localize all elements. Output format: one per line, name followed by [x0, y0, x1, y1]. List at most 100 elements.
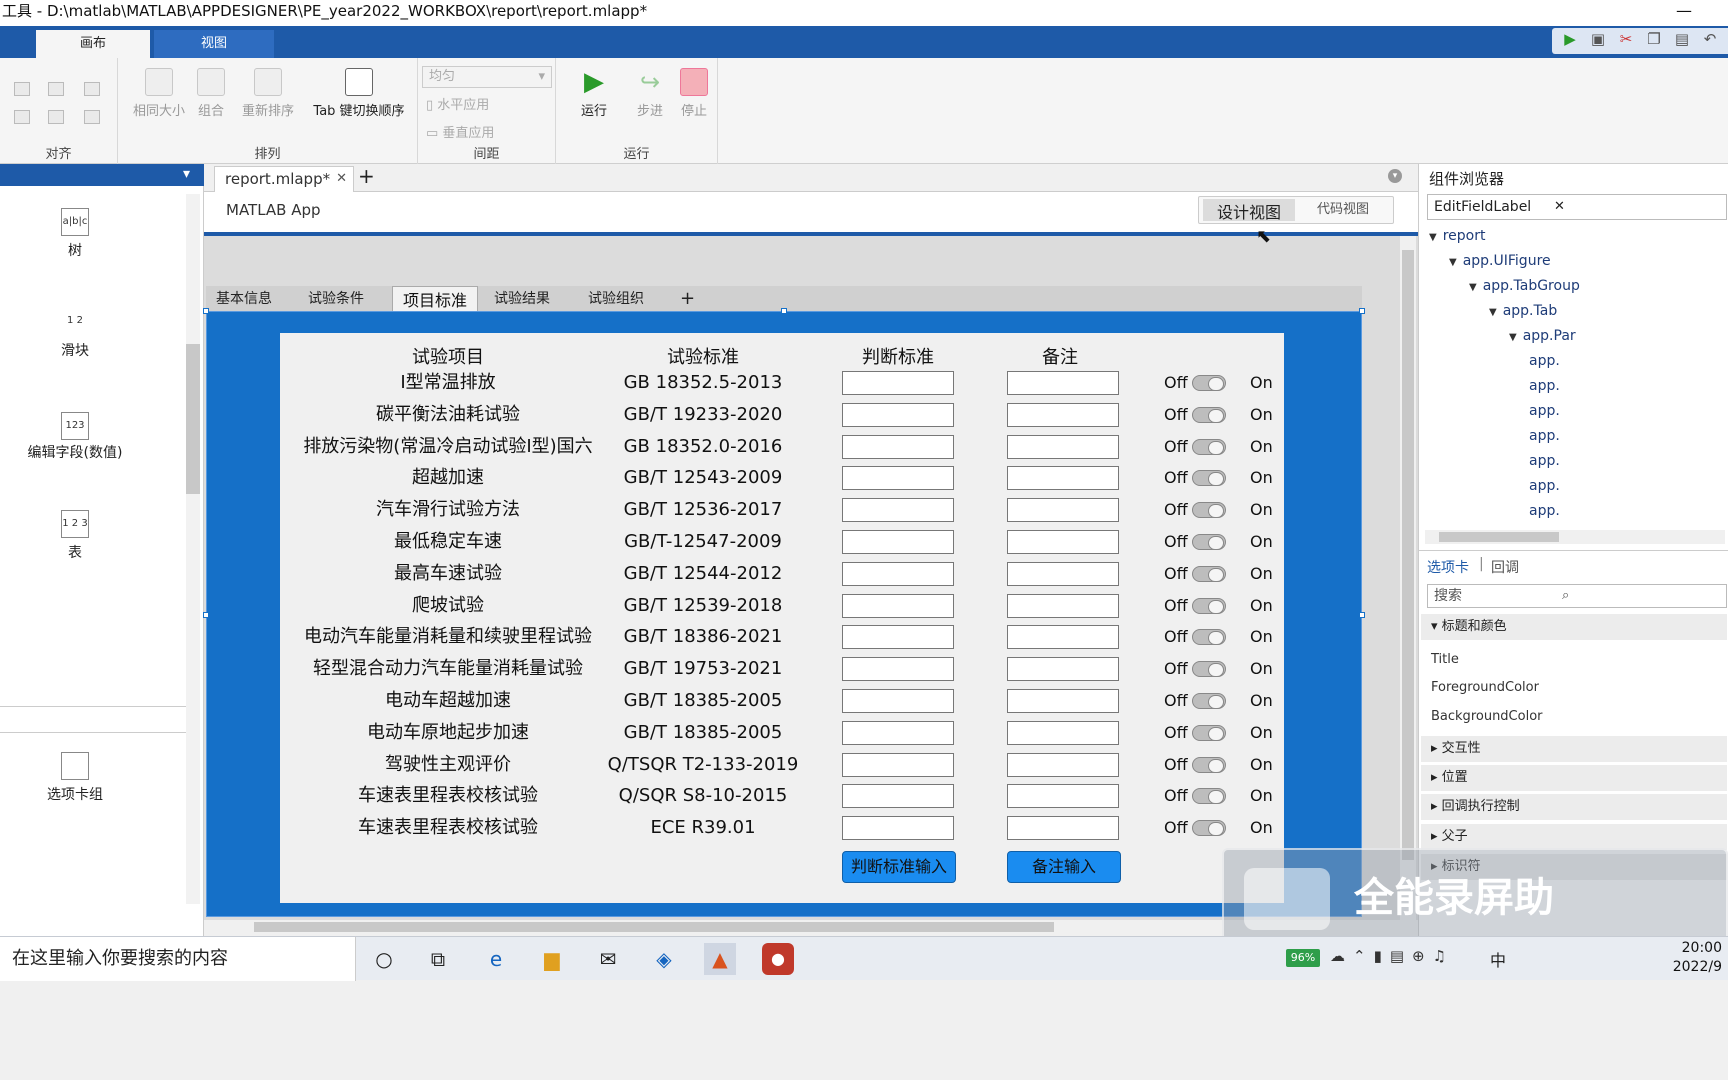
component-tabgroup[interactable]: 选项卡组: [20, 752, 130, 804]
design-view-button[interactable]: 设计视图: [1203, 199, 1295, 222]
prop-section-title-colors[interactable]: ▾ 标题和颜色: [1421, 614, 1727, 640]
same-size-button[interactable]: 相同大小: [124, 68, 194, 119]
tree-node[interactable]: app.: [1529, 353, 1560, 369]
criterion-field[interactable]: [842, 720, 954, 745]
criterion-input-button[interactable]: 判断标准输入: [842, 851, 956, 883]
resize-handle[interactable]: [203, 308, 209, 314]
note-field[interactable]: [1007, 561, 1119, 586]
criterion-field[interactable]: [842, 371, 954, 395]
document-tab[interactable]: report.mlapp* ✕: [214, 166, 354, 192]
criterion-field[interactable]: [842, 657, 954, 682]
browser-hscroll-thumb[interactable]: [1439, 532, 1559, 542]
toggle-switch[interactable]: [1192, 438, 1226, 455]
run-button[interactable]: ▶ 运行: [570, 68, 618, 119]
matlab-icon[interactable]: ▲: [704, 943, 736, 975]
clock[interactable]: 20:00 2022/9: [1673, 939, 1722, 977]
criterion-field[interactable]: [842, 466, 954, 491]
form-tab-conditions[interactable]: 试验条件: [298, 286, 374, 312]
toggle-switch[interactable]: [1192, 693, 1226, 709]
paste-icon[interactable]: ▤: [1672, 28, 1692, 50]
recorder-icon[interactable]: ●: [762, 943, 794, 975]
criterion-field[interactable]: [842, 816, 954, 841]
note-field[interactable]: [1007, 371, 1119, 395]
spacing-select[interactable]: 均匀 ▾: [422, 66, 552, 88]
toggle-switch[interactable]: [1192, 406, 1226, 423]
toggle-switch[interactable]: [1192, 661, 1226, 678]
edge-icon[interactable]: e: [480, 943, 512, 975]
component-numeric-field[interactable]: 123 编辑字段(数值): [20, 412, 130, 462]
add-form-tab-icon[interactable]: +: [670, 286, 705, 312]
property-search-input[interactable]: 搜索 ⌕: [1427, 584, 1727, 608]
form-tab-organization[interactable]: 试验组织: [578, 286, 654, 312]
component-search-input[interactable]: EditFieldLabel ✕: [1427, 194, 1727, 220]
align-bottom-icon[interactable]: [84, 110, 100, 124]
toggle-switch[interactable]: [1192, 375, 1226, 391]
component-table[interactable]: 1 2 3表: [20, 510, 130, 562]
toggle-switch[interactable]: [1192, 820, 1226, 837]
cut-icon[interactable]: ✂: [1616, 28, 1636, 50]
copy-icon[interactable]: ❐: [1644, 28, 1664, 50]
note-field[interactable]: [1007, 402, 1119, 427]
note-field[interactable]: [1007, 657, 1119, 682]
tree-node[interactable]: app.: [1529, 478, 1560, 494]
library-scroll-thumb[interactable]: [186, 344, 200, 494]
tree-node[interactable]: app.: [1529, 453, 1560, 469]
tree-node[interactable]: ▼ app.UIFigure: [1449, 253, 1551, 269]
align-center-icon[interactable]: [48, 82, 64, 96]
horizontal-apply-button[interactable]: ▯ 水平应用: [426, 94, 489, 113]
note-field[interactable]: [1007, 498, 1119, 523]
prop-section-position[interactable]: ▸ 位置: [1421, 765, 1727, 791]
step-button[interactable]: ↪ 步进: [626, 68, 674, 119]
form-tab-basic-info[interactable]: 基本信息: [206, 286, 282, 312]
toggle-switch[interactable]: [1192, 470, 1226, 487]
component-tree[interactable]: a|b|c 树: [20, 208, 130, 260]
tree-node[interactable]: ▼ app.Par: [1509, 328, 1576, 344]
note-field[interactable]: [1007, 784, 1119, 809]
ribbon-tab-canvas[interactable]: 画布: [36, 30, 150, 58]
toggle-switch[interactable]: [1192, 724, 1226, 741]
taskbar-search-input[interactable]: 在这里输入你要搜索的内容: [0, 937, 356, 981]
system-tray-icons[interactable]: ☁⌃▮▤⊕♫: [1330, 947, 1454, 965]
criterion-field[interactable]: [842, 561, 954, 586]
note-field[interactable]: [1007, 689, 1119, 713]
tab-properties[interactable]: 选项卡: [1427, 557, 1469, 577]
tree-node[interactable]: ▼ report: [1429, 228, 1485, 244]
prop-section-callback-execution[interactable]: ▸ 回调执行控制: [1421, 794, 1727, 820]
chevron-down-icon[interactable]: ▼: [1449, 257, 1457, 268]
prop-section-parent-child[interactable]: ▸ 父子: [1421, 824, 1727, 850]
resize-handle[interactable]: [203, 612, 209, 618]
criterion-field[interactable]: [842, 434, 954, 459]
toggle-switch[interactable]: [1192, 502, 1226, 519]
criterion-field[interactable]: [842, 530, 954, 554]
add-tab-icon[interactable]: +: [358, 164, 375, 188]
stop-button[interactable]: 停止: [672, 68, 716, 119]
undo-icon[interactable]: ↶: [1700, 28, 1720, 50]
ribbon-tab-view[interactable]: 视图: [154, 30, 274, 58]
canvas-vscroll-thumb[interactable]: [1402, 250, 1414, 860]
align-top-icon[interactable]: [14, 110, 30, 124]
note-field[interactable]: [1007, 625, 1119, 650]
form-tab-standards[interactable]: 项目标准: [392, 286, 479, 312]
note-field[interactable]: [1007, 434, 1119, 459]
resize-handle[interactable]: [1359, 308, 1365, 314]
toggle-switch[interactable]: [1192, 534, 1226, 550]
chevron-down-icon[interactable]: ▼: [1429, 232, 1437, 243]
toggle-switch[interactable]: [1192, 756, 1226, 773]
chevron-down-icon[interactable]: ▼: [1509, 332, 1517, 343]
cortana-icon[interactable]: ○: [368, 943, 400, 975]
tree-node[interactable]: app.: [1529, 378, 1560, 394]
toggle-switch[interactable]: [1192, 565, 1226, 582]
note-field[interactable]: [1007, 816, 1119, 841]
criterion-field[interactable]: [842, 752, 954, 777]
component-slider[interactable]: 1 2 滑块: [20, 308, 130, 360]
file-explorer-icon[interactable]: ▆: [536, 943, 568, 975]
tree-node[interactable]: app.: [1529, 503, 1560, 519]
align-right-icon[interactable]: [84, 82, 100, 96]
clear-search-icon[interactable]: ✕: [1554, 195, 1565, 219]
align-middle-icon[interactable]: [48, 110, 64, 124]
note-field[interactable]: [1007, 720, 1119, 745]
note-input-button[interactable]: 备注输入: [1007, 851, 1121, 883]
tree-node[interactable]: ▼ app.Tab: [1489, 303, 1557, 319]
tree-node[interactable]: app.: [1529, 428, 1560, 444]
run-icon[interactable]: ▶: [1560, 28, 1580, 50]
